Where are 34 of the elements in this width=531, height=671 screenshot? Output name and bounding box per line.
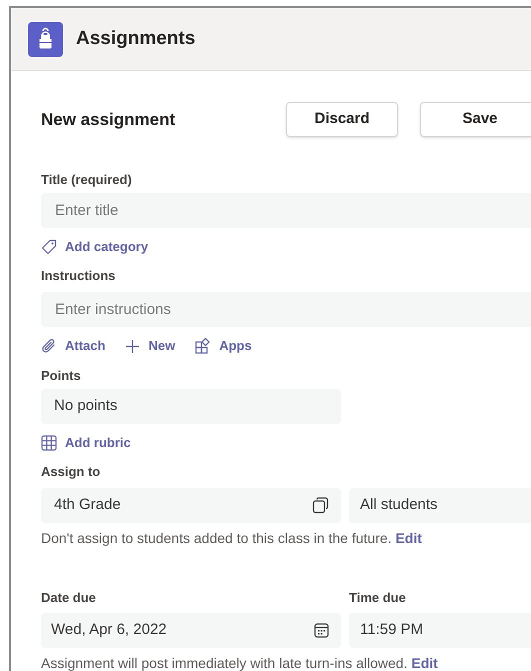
field-label: Points — [41, 367, 82, 385]
tag-icon — [41, 239, 57, 255]
instructions-field[interactable]: Enter instructions — [41, 292, 531, 327]
table-icon — [41, 435, 57, 451]
class-dropdown[interactable]: 4th Grade — [41, 488, 341, 523]
calendar-icon — [314, 623, 329, 638]
copy-icon — [312, 497, 329, 514]
new-link[interactable]: New — [125, 337, 176, 355]
discard-button[interactable]: Discard — [286, 102, 398, 137]
field-label: Assign to — [41, 463, 102, 481]
backpack-icon — [28, 22, 63, 56]
app-title: Assignments — [76, 26, 196, 51]
add-category-link[interactable]: Add category — [41, 238, 148, 256]
date-picker[interactable]: Wed, Apr 6, 2022 — [41, 613, 341, 648]
paperclip-icon — [41, 338, 57, 354]
save-button[interactable]: Save — [420, 102, 531, 137]
edit-link[interactable]: Edit — [411, 655, 438, 671]
info-note: Assignment will post immediately with late turn-ins allowed. Edit — [41, 654, 439, 671]
field-label: Title (required) — [41, 171, 133, 189]
students-dropdown[interactable]: All students — [349, 488, 531, 523]
time-picker[interactable]: 11:59 PM — [349, 613, 531, 648]
attach-link[interactable]: Attach — [41, 337, 106, 355]
apps-icon — [195, 338, 212, 354]
field-label: Time due — [349, 589, 406, 607]
info-note: Don't assign to students added to this class in the future. Edit — [41, 529, 423, 548]
field-label: Instructions — [41, 267, 116, 285]
title-field[interactable]: Enter title — [41, 193, 531, 228]
points-field[interactable]: No points — [41, 389, 341, 424]
plus-icon — [125, 338, 140, 354]
form-heading: New assignment — [41, 108, 176, 131]
apps-link[interactable]: Apps — [195, 337, 252, 355]
field-label: Date due — [41, 589, 97, 607]
add-rubric-link[interactable]: Add rubric — [41, 434, 131, 452]
edit-link[interactable]: Edit — [395, 530, 422, 546]
